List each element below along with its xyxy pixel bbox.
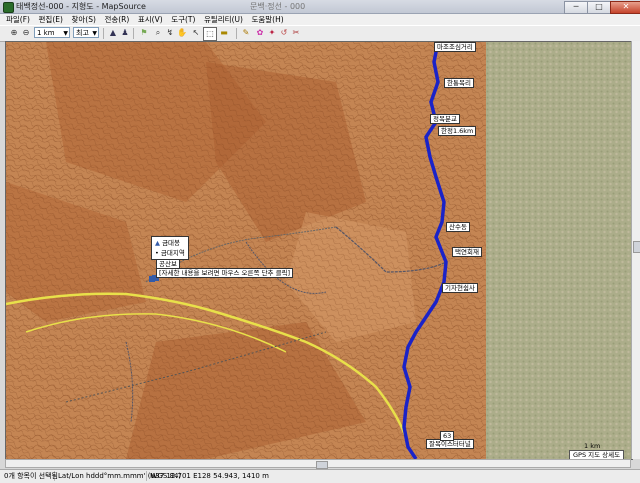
menu-utilities[interactable]: 유틸리티(U)	[204, 14, 243, 25]
zoom-scale-value: 1 km	[37, 29, 55, 37]
toolbar-divider	[133, 28, 134, 39]
ruler-icon[interactable]: ✎	[240, 27, 252, 39]
menu-tools[interactable]: 도구(T)	[171, 14, 195, 25]
menu-find[interactable]: 찾아(S)	[71, 14, 95, 25]
menu-bar: 파일(F) 편집(E) 찾아(S) 전송(R) 표시(V) 도구(T) 유틸리티…	[0, 14, 640, 25]
map-label[interactable]: 산수동	[446, 222, 470, 232]
map-label[interactable]: 한정1.6km	[438, 126, 477, 136]
zoom-scale-select[interactable]: 1 km ▼	[34, 27, 70, 38]
popup-summit-name: 금대봉	[162, 239, 181, 247]
map-label[interactable]: 63	[440, 431, 455, 441]
toolbar-divider	[236, 28, 237, 39]
zoom-out-icon[interactable]: ⊖	[20, 27, 32, 39]
menu-view[interactable]: 표시(V)	[138, 14, 163, 25]
undo-icon[interactable]: ↺	[278, 27, 290, 39]
window-center-title: 문백·정선 - 000	[250, 2, 306, 11]
detail-value: 최고	[76, 29, 89, 37]
popup-area-name: 금대지역	[160, 249, 185, 257]
measure-icon[interactable]: ▬	[218, 27, 230, 39]
vertical-scrollbar[interactable]	[631, 41, 640, 459]
menu-help[interactable]: 도움말(H)	[251, 14, 283, 25]
scale-label: 1 km	[584, 442, 601, 450]
detail-select[interactable]: 최고 ▼	[73, 27, 99, 38]
status-coordinates: N37 12.701 E128 54.943, 1410 m	[150, 472, 269, 480]
person-icon[interactable]: ♟	[119, 27, 131, 39]
app-icon	[3, 2, 14, 13]
title-bar: 태백정선-000 - 지형도 - MapSource 문백·정선 - 000 ─…	[0, 0, 640, 14]
window-title: 태백정선-000 - 지형도 - MapSource	[16, 2, 146, 11]
status-format: Lat/Lon hddd°mm.mmm' (WGS 84)	[58, 471, 182, 481]
tracks-icon[interactable]: ✦	[266, 27, 278, 39]
maximize-button[interactable]: □	[587, 1, 611, 14]
flag-icon[interactable]: ⚑	[138, 27, 150, 39]
chevron-down-icon: ▼	[63, 30, 68, 37]
topographic-map[interactable]	[6, 42, 632, 459]
waypoint-icon[interactable]: ↖	[190, 27, 202, 39]
waypoint-tooltip: [자세한 내용을 보려면 마우스 오른쪽 단추 클릭]	[156, 268, 294, 278]
selection-icon[interactable]: ⬚	[203, 27, 217, 41]
toolbar: ⊕ ⊖ 1 km ▼ 최고 ▼ ▲ ♟ ⚑ ⌕ ↯ ✋ ↖ ⬚ ▬ ✎ ✿ ✦ …	[0, 25, 640, 42]
popup-line-summit: ▲ 금대봉	[155, 238, 185, 248]
close-button[interactable]: ✕	[610, 1, 640, 14]
toolbar-divider	[103, 28, 104, 39]
chevron-down-icon: ▼	[92, 30, 97, 37]
popup-line-area: • 금대지역	[155, 248, 185, 258]
edit-icon[interactable]: ✿	[254, 27, 266, 39]
mountain-icon: ▲	[155, 239, 160, 247]
minimize-button[interactable]: ─	[564, 1, 588, 14]
status-selection: 0개 항목이 선택됨	[4, 471, 58, 481]
menu-edit[interactable]: 편집(E)	[39, 14, 63, 25]
scrollbar-thumb[interactable]	[633, 241, 640, 253]
dot-icon: •	[155, 249, 159, 257]
scrollbar-thumb[interactable]	[316, 461, 328, 469]
map-label[interactable]: 한통목리	[444, 78, 474, 88]
map-view[interactable]: 마조조심거리 한통목리 정목분교 한정1.6km 산수동 택연회재 기자현쉼사 …	[5, 41, 633, 460]
map-label[interactable]: 기자현쉼사	[442, 283, 478, 293]
zoom-in-icon[interactable]: ⊕	[8, 27, 20, 39]
map-label[interactable]: 마조조심거리	[434, 42, 476, 52]
erase-icon[interactable]: ✂	[290, 27, 302, 39]
hand-icon[interactable]: ✋	[176, 27, 188, 39]
map-label[interactable]: 택연회재	[452, 247, 482, 257]
status-bar: 0개 항목이 선택됨 Lat/Lon hddd°mm.mmm' (WGS 84)…	[0, 469, 640, 483]
mountain-icon[interactable]: ▲	[107, 27, 119, 39]
horizontal-scrollbar[interactable]	[5, 459, 631, 469]
magnifier-icon[interactable]: ⌕	[152, 27, 164, 39]
menu-transfer[interactable]: 전송(R)	[104, 14, 129, 25]
route-icon[interactable]: ↯	[164, 27, 176, 39]
menu-file[interactable]: 파일(F)	[6, 14, 30, 25]
waypoint-popup: ▲ 금대봉 • 금대지역	[151, 236, 189, 260]
map-label[interactable]: 정목분교	[430, 114, 460, 124]
